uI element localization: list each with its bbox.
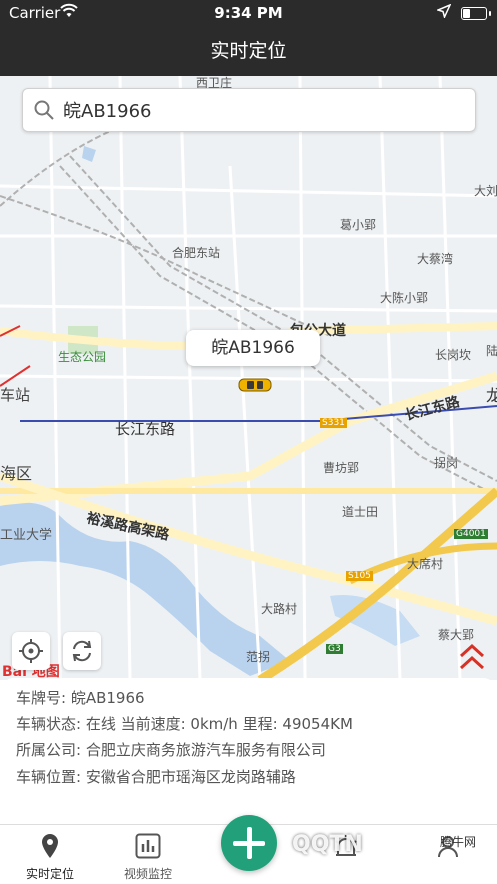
- tab-video[interactable]: 视频监控: [98, 825, 198, 884]
- map-pin-icon: [42, 834, 58, 858]
- place-label: 车站: [0, 386, 31, 404]
- double-chevron-up-icon[interactable]: [458, 642, 486, 672]
- search-icon: [34, 100, 54, 120]
- place-label: 龙: [486, 386, 497, 405]
- place-label: 大刘家: [474, 184, 497, 198]
- place-label: 大席村: [407, 557, 444, 571]
- place-label: 工业大学: [0, 528, 53, 543]
- watermark: QQTN: [292, 832, 363, 857]
- place-label: 大陈小郢: [380, 291, 429, 305]
- locate-button[interactable]: [12, 632, 50, 670]
- place-label: 范拐: [246, 650, 271, 664]
- place-label: 曹坊郢: [323, 461, 360, 475]
- tab-realtime[interactable]: 实时定位: [0, 825, 100, 884]
- route-shield: G4001: [454, 529, 488, 539]
- place-label: 大蔡湾: [417, 252, 454, 266]
- place-label: 大路村: [261, 602, 298, 616]
- road-label: 长江东路: [115, 420, 176, 438]
- bar-chart-icon: [135, 833, 161, 859]
- place-label: 葛小郢: [340, 218, 377, 232]
- route-shield: G3: [326, 644, 343, 654]
- place-label: 道士田: [342, 505, 379, 519]
- company-row: 所属公司: 合肥立庆商务旅游汽车服务有限公司: [16, 741, 326, 759]
- car-marker-icon[interactable]: [238, 376, 272, 394]
- place-label: 海区: [0, 464, 33, 483]
- add-button[interactable]: [221, 815, 277, 871]
- tab-realtime-label: 实时定位: [25, 867, 74, 881]
- refresh-button[interactable]: [63, 632, 101, 670]
- place-label: 蔡大郢: [438, 628, 475, 642]
- clock: 9:34 PM: [214, 4, 283, 22]
- place-label: 生态公园: [58, 350, 107, 364]
- watermark-mark: 腾牛网: [440, 835, 477, 849]
- map-view[interactable]: 西卫庄 合肥东站 葛小郢 大蔡湾 大陈小郢 生态公园 长岗坎 曹坊郢 拐岗 道士…: [0, 76, 497, 680]
- status-row: 车辆状态: 在线 当前速度: 0km/h 里程: 49054KM: [16, 715, 353, 733]
- crosshair-icon: [19, 639, 43, 663]
- route-shield: S105: [346, 571, 373, 581]
- nav-title: 实时定位: [0, 26, 497, 76]
- status-bar: Carrier 9:34 PM: [0, 0, 497, 26]
- plate-row: 车牌号: 皖AB1966: [16, 689, 145, 707]
- refresh-icon: [72, 640, 92, 662]
- place-label: 长岗坎: [435, 348, 472, 362]
- search-bar[interactable]: [22, 88, 476, 132]
- tab-video-label: 视频监控: [123, 867, 172, 881]
- route-shield: S331: [320, 418, 347, 428]
- location-row: 车辆位置: 安徽省合肥市瑶海区龙岗路辅路: [16, 768, 296, 786]
- vehicle-callout: 皖AB1966: [186, 330, 320, 366]
- search-input[interactable]: [61, 98, 465, 122]
- vehicle-info-panel: 车牌号: 皖AB1966 车辆状态: 在线 当前速度: 0km/h 里程: 49…: [0, 678, 497, 824]
- place-label: 合肥东站: [172, 246, 221, 260]
- location-arrow-icon: [437, 4, 451, 18]
- battery-icon: [461, 7, 491, 20]
- place-label: 陆: [486, 344, 497, 358]
- place-label: 拐岗: [434, 456, 459, 470]
